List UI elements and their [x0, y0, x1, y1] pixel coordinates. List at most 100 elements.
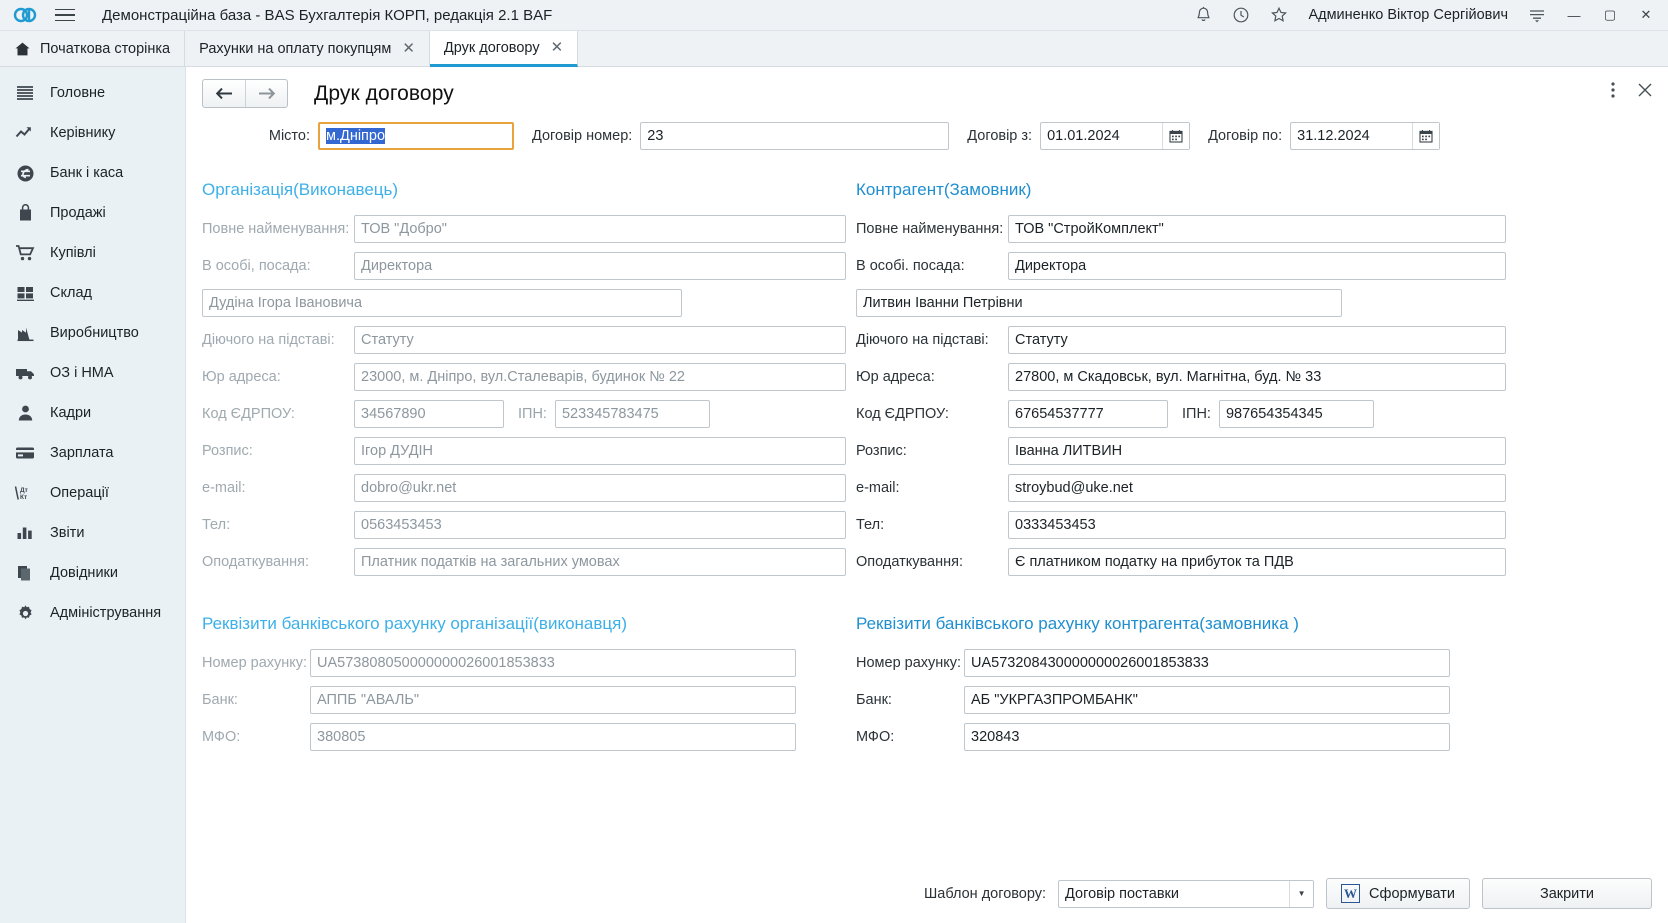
calendar-icon[interactable]: [1162, 123, 1190, 149]
org-signature-input[interactable]: [354, 436, 846, 465]
org-ipn-input[interactable]: [554, 399, 710, 428]
cp-basis-row: Діючого на підставі:: [856, 321, 1506, 358]
bell-icon[interactable]: [1184, 0, 1222, 31]
city-input[interactable]: [318, 122, 514, 150]
debit-credit-icon: Дт Кт: [14, 482, 36, 504]
close-window-button[interactable]: ✕: [1628, 0, 1664, 31]
generate-button[interactable]: W Сформувати: [1326, 878, 1470, 909]
org-tax-row: Оподаткування:: [202, 543, 846, 580]
cp-email-label: e-mail:: [856, 479, 900, 496]
sidebar-item-reports[interactable]: Звіти: [0, 513, 185, 553]
org-bank-name-label: Банк:: [202, 691, 238, 708]
sidebar-item-label: Керівнику: [50, 125, 116, 141]
sidebar-item-bank-cash[interactable]: Банк і каса: [0, 153, 185, 193]
sidebar-item-payroll[interactable]: Зарплата: [0, 433, 185, 473]
cp-tax-input[interactable]: [1008, 547, 1506, 576]
tab-invoices[interactable]: Рахунки на оплату покупцям ✕: [185, 31, 430, 66]
sidebar-item-main[interactable]: Головне: [0, 73, 185, 113]
org-bank-name-input[interactable]: [310, 685, 796, 714]
org-phone-input[interactable]: [354, 510, 846, 539]
sidebar-item-directories[interactable]: Довідники: [0, 553, 185, 593]
contract-number-input[interactable]: [640, 122, 950, 150]
close-icon[interactable]: [1636, 79, 1654, 101]
sidebar-item-sales[interactable]: Продажі: [0, 193, 185, 233]
main-menu-button[interactable]: [48, 3, 82, 27]
gear-icon: [14, 602, 36, 624]
sidebar-item-administration[interactable]: Адміністрування: [0, 593, 185, 633]
sidebar-item-warehouse[interactable]: Склад: [0, 273, 185, 313]
cp-position-input[interactable]: [1008, 251, 1506, 280]
org-position-row: В особі, посада:: [202, 247, 846, 284]
cp-basis-input[interactable]: [1008, 325, 1506, 354]
history-icon[interactable]: [1222, 0, 1260, 31]
minimize-button[interactable]: —: [1556, 0, 1592, 31]
org-codes-row: Код ЄДРПОУ: ІПН:: [202, 395, 846, 432]
tab-close-icon[interactable]: ✕: [402, 41, 415, 56]
maximize-button[interactable]: ▢: [1592, 0, 1628, 31]
sidebar-item-fixed-assets[interactable]: ОЗ і НМА: [0, 353, 185, 393]
org-phone-label: Тел:: [202, 516, 231, 533]
bar-chart-icon: [14, 522, 36, 544]
kebab-menu-icon[interactable]: [1604, 79, 1622, 101]
cp-ipn-input[interactable]: [1218, 399, 1374, 428]
title-bar: Демонстраційна база - BAS Бухгалтерія КО…: [0, 0, 1668, 31]
chevron-down-icon[interactable]: ▼: [1289, 880, 1314, 907]
org-edrpou-label: Код ЄДРПОУ:: [202, 405, 295, 422]
sidebar-item-purchases[interactable]: Купівлі: [0, 233, 185, 273]
cp-phone-input[interactable]: [1008, 510, 1506, 539]
tab-print-contract[interactable]: Друк договору ✕: [429, 31, 579, 67]
template-input[interactable]: [1058, 879, 1315, 908]
date-from-label: Договір з:: [967, 128, 1033, 144]
svg-text:Дт: Дт: [20, 487, 28, 494]
sidebar-item-manager[interactable]: Керівнику: [0, 113, 185, 153]
org-bank-account-input[interactable]: [310, 648, 796, 677]
cp-bank-account-input[interactable]: [964, 648, 1450, 677]
org-person-name-input[interactable]: [202, 288, 682, 317]
org-ipn-label: ІПН:: [518, 405, 547, 422]
org-basis-input[interactable]: [354, 325, 846, 354]
tab-close-icon[interactable]: ✕: [551, 40, 564, 55]
sidebar-item-label: ОЗ і НМА: [50, 365, 114, 381]
books-icon: [14, 562, 36, 584]
org-edrpou-input[interactable]: [354, 399, 504, 428]
trend-up-icon: [14, 122, 36, 144]
star-icon[interactable]: [1260, 0, 1298, 31]
sidebar-item-hr[interactable]: Кадри: [0, 393, 185, 433]
cp-signature-input[interactable]: [1008, 436, 1506, 465]
sidebar-item-operations[interactable]: Дт Кт Операції: [0, 473, 185, 513]
cp-person-name-input[interactable]: [856, 288, 1342, 317]
sidebar-item-production[interactable]: Виробництво: [0, 313, 185, 353]
cp-email-input[interactable]: [1008, 473, 1506, 502]
cp-signature-row: Розпис:: [856, 432, 1506, 469]
city-input-wrapper: [318, 122, 514, 150]
page-title: Друк договору: [314, 81, 454, 105]
contract-number-label: Договір номер:: [532, 128, 633, 144]
forward-button[interactable]: [245, 80, 287, 107]
parties-columns: Організація(Виконавець) Повне найменуван…: [186, 150, 1668, 755]
factory-icon: [14, 322, 36, 344]
coin-icon: [14, 162, 36, 184]
org-email-row: e-mail:: [202, 469, 846, 506]
org-full-name-input[interactable]: [354, 214, 846, 243]
org-position-input[interactable]: [354, 251, 846, 280]
sidebar-item-label: Операції: [50, 485, 109, 501]
tab-print-contract-label: Друк договору: [443, 39, 540, 56]
org-signature-label: Розпис:: [202, 442, 253, 459]
cp-legal-address-input[interactable]: [1008, 362, 1506, 391]
close-button[interactable]: Закрити: [1482, 878, 1652, 909]
menu-lines-icon[interactable]: [1518, 0, 1556, 31]
calendar-icon[interactable]: [1412, 123, 1440, 149]
cp-bank-mfo-input[interactable]: [964, 722, 1450, 751]
cp-bank-name-input[interactable]: [964, 685, 1450, 714]
back-button[interactable]: [203, 80, 245, 107]
template-combobox[interactable]: ▼: [1058, 879, 1315, 908]
cp-full-name-input[interactable]: [1008, 214, 1506, 243]
org-bank-mfo-input[interactable]: [310, 722, 796, 751]
org-legal-address-input[interactable]: [354, 362, 846, 391]
org-tax-input[interactable]: [354, 547, 846, 576]
current-user[interactable]: Админенко Віктор Сергійович: [1298, 7, 1518, 23]
org-email-input[interactable]: [354, 473, 846, 502]
tab-home[interactable]: Початкова сторінка: [0, 31, 186, 66]
close-button-label: Закрити: [1539, 885, 1595, 902]
cp-edrpou-input[interactable]: [1008, 399, 1168, 428]
